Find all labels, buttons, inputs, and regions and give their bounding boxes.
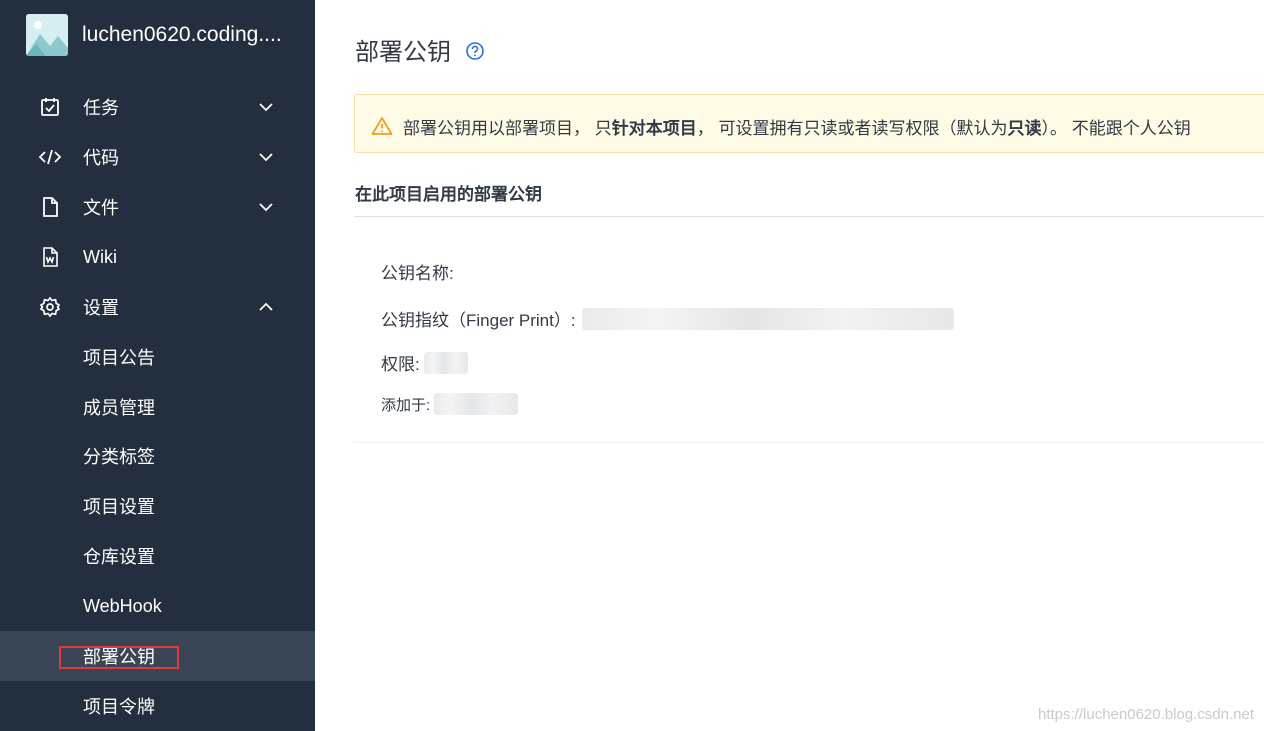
sidebar-item-label: 设置 xyxy=(83,298,119,318)
sidebar-item-settings[interactable]: 设置 xyxy=(0,282,315,332)
sidebar-subitem-label: 项目设置 xyxy=(83,497,155,517)
chevron-up-icon xyxy=(256,297,276,317)
alert-text: 部署公钥用以部署项目， 只针对本项目， 可设置拥有只读或者读写权限（默认为只读）… xyxy=(403,114,1191,139)
project-name: luchen0620.coding.... xyxy=(82,23,282,46)
divider xyxy=(354,216,1264,217)
code-icon xyxy=(38,145,62,169)
sidebar-subitem-webhook[interactable]: WebHook xyxy=(0,581,315,631)
gear-icon xyxy=(38,295,62,319)
info-alert: 部署公钥用以部署项目， 只针对本项目， 可设置拥有只读或者读写权限（默认为只读）… xyxy=(354,94,1264,153)
sidebar-subitem-project-settings[interactable]: 项目设置 xyxy=(0,481,315,531)
sidebar-subitem-label: 项目公告 xyxy=(83,348,155,368)
alert-text-part3: ）。 不能跟个人公钥 xyxy=(1041,119,1191,138)
permission-value-redacted xyxy=(423,351,468,374)
chevron-down-icon xyxy=(256,147,276,167)
project-header[interactable]: luchen0620.coding.... xyxy=(26,14,282,56)
alert-text-part2: ， 可设置拥有只读或者读写权限（默认为 xyxy=(696,119,1008,138)
warning-triangle-icon xyxy=(371,116,393,136)
sidebar-item-code[interactable]: 代码 xyxy=(0,132,315,182)
alert-text-bold2: 只读 xyxy=(1007,119,1042,138)
annotation-highlight-box xyxy=(59,646,179,669)
main-content: 部署公钥 部署公钥用以部署项目， 只针对本项目， 可设置拥有只读或者读写权限（默… xyxy=(315,0,1264,731)
sidebar-subitem-project-tokens[interactable]: 项目令牌 xyxy=(0,681,315,731)
key-name-label: 公钥名称: xyxy=(381,264,454,283)
fingerprint-field: 公钥指纹（Finger Print）: xyxy=(381,306,954,331)
page-title: 部署公钥 xyxy=(355,32,485,67)
watermark: https://luchen0620.blog.csdn.net xyxy=(1038,706,1254,723)
alert-text-bold1: 针对本项目 xyxy=(611,119,697,138)
sidebar-subitem-labels[interactable]: 分类标签 xyxy=(0,431,315,481)
chevron-down-icon xyxy=(256,97,276,117)
page-title-text: 部署公钥 xyxy=(355,39,451,66)
project-avatar xyxy=(26,14,68,56)
alert-text-part1: 部署公钥用以部署项目， 只 xyxy=(403,119,612,138)
task-check-icon xyxy=(38,95,62,119)
added-label: 添加于: xyxy=(381,396,431,414)
section-title: 在此项目启用的部署公钥 xyxy=(355,185,542,204)
added-field: 添加于: xyxy=(381,393,519,415)
permission-label: 权限: xyxy=(381,355,420,374)
help-circle-icon[interactable] xyxy=(465,40,485,60)
sidebar-item-label: 文件 xyxy=(83,198,119,218)
sidebar-item-label: Wiki xyxy=(83,246,117,267)
sidebar-item-label: 任务 xyxy=(83,98,119,118)
added-value-redacted xyxy=(434,393,519,415)
sidebar-subitem-repo-settings[interactable]: 仓库设置 xyxy=(0,531,315,581)
sidebar-subitem-label: 项目令牌 xyxy=(83,697,155,717)
sidebar-subitem-label: 仓库设置 xyxy=(83,547,155,567)
sidebar-item-label: 代码 xyxy=(83,148,119,168)
divider xyxy=(354,442,1264,443)
sidebar-subitem-label: WebHook xyxy=(83,595,162,616)
sidebar-item-wiki[interactable]: Wiki xyxy=(0,232,315,282)
key-name-field: 公钥名称: xyxy=(381,259,454,284)
file-icon xyxy=(38,195,62,219)
sidebar-subitem-label: 成员管理 xyxy=(83,398,155,418)
chevron-down-icon xyxy=(256,197,276,217)
fingerprint-value-redacted xyxy=(581,307,954,330)
sidebar: luchen0620.coding.... 任务 代码 文件 Wiki 设置 项… xyxy=(0,0,315,731)
wiki-doc-icon xyxy=(38,245,62,269)
sidebar-subitem-label: 分类标签 xyxy=(83,447,155,467)
sidebar-subitem-members[interactable]: 成员管理 xyxy=(0,382,315,432)
sidebar-subitem-announcement[interactable]: 项目公告 xyxy=(0,332,315,382)
fingerprint-label: 公钥指纹（Finger Print）: xyxy=(381,311,576,330)
permission-field: 权限: xyxy=(381,350,468,375)
sidebar-item-files[interactable]: 文件 xyxy=(0,182,315,232)
sidebar-item-tasks[interactable]: 任务 xyxy=(0,82,315,132)
